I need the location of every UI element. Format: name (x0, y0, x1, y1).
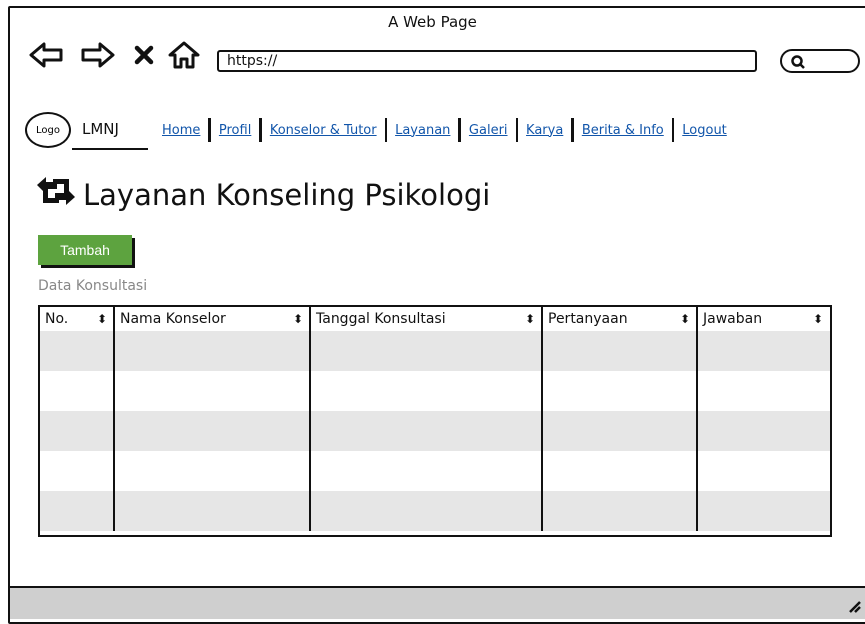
table-cell (698, 411, 829, 451)
add-button[interactable]: Tambah (38, 235, 132, 265)
table-cell (115, 371, 311, 411)
column-header-label: Nama Konselor (120, 311, 226, 327)
nav-berita-info[interactable]: Berita & Info (582, 123, 664, 138)
table-cell (698, 451, 829, 491)
table-cell (311, 371, 543, 411)
search-icon[interactable] (790, 54, 806, 74)
table-cell (115, 331, 311, 371)
nav-home[interactable]: Home (162, 123, 200, 138)
site-logo[interactable]: Logo (25, 112, 71, 148)
brand-name: LMNJ (82, 120, 119, 138)
brand-underline (72, 148, 148, 150)
table-cell (311, 451, 543, 491)
table-cell (543, 411, 698, 451)
column-header-jawaban[interactable]: Jawaban ⬍ (698, 307, 829, 331)
nav-divider (458, 118, 461, 142)
table-cell (115, 491, 311, 531)
nav-galeri[interactable]: Galeri (469, 123, 508, 138)
arrow-left-icon[interactable] (26, 38, 66, 72)
sort-icon[interactable]: ⬍ (680, 312, 690, 326)
table-cell (543, 491, 698, 531)
nav-divider (515, 118, 519, 142)
table-cell (311, 331, 543, 371)
table-cell (115, 411, 311, 451)
nav-logout[interactable]: Logout (682, 123, 727, 138)
nav-divider (208, 118, 211, 142)
arrow-right-icon[interactable] (78, 38, 118, 72)
nav-divider (571, 118, 574, 142)
table-cell (698, 491, 829, 531)
nav-divider (671, 118, 675, 142)
home-icon[interactable] (164, 38, 204, 72)
browser-search-box[interactable] (780, 49, 860, 73)
url-input[interactable]: https:// (217, 50, 757, 72)
table-cell (698, 371, 829, 411)
window-title: A Web Page (388, 13, 477, 31)
column-header-label: Jawaban (703, 311, 763, 327)
sort-icon[interactable]: ⬍ (813, 312, 823, 326)
close-icon[interactable] (124, 38, 164, 72)
column-header-label: Pertanyaan (548, 311, 628, 327)
nav-karya[interactable]: Karya (526, 123, 563, 138)
nav-layanan[interactable]: Layanan (395, 123, 450, 138)
column-header-label: Tanggal Konsultasi (316, 311, 446, 327)
nav-profil[interactable]: Profil (219, 123, 251, 138)
column-header-pertanyaan[interactable]: Pertanyaan ⬍ (543, 307, 698, 331)
table-cell (311, 491, 543, 531)
column-header-no[interactable]: No. ⬍ (40, 307, 115, 331)
sort-icon[interactable]: ⬍ (525, 312, 535, 326)
page-title-text: Layanan Konseling Psikologi (83, 177, 491, 212)
table-header-row: No. ⬍ Nama Konselor ⬍ Tanggal Konsultasi ⬍ … (40, 307, 830, 331)
main-nav: Home Profil Konselor & Tutor Layanan Gal… (162, 118, 727, 142)
repeat-icon (35, 176, 77, 213)
status-bar (10, 586, 865, 619)
table-cell (40, 331, 115, 371)
column-header-label: No. (45, 311, 69, 327)
table-cell (40, 371, 115, 411)
page-title: Layanan Konseling Psikologi (35, 176, 490, 213)
table-row[interactable] (40, 411, 830, 451)
table-cell (543, 371, 698, 411)
table-cell (40, 411, 115, 451)
column-header-tanggal-konsultasi[interactable]: Tanggal Konsultasi ⬍ (311, 307, 543, 331)
sort-icon[interactable]: ⬍ (293, 312, 303, 326)
table-row[interactable] (40, 491, 830, 531)
sort-icon[interactable]: ⬍ (97, 312, 107, 326)
table-cell (115, 451, 311, 491)
table-cell (698, 331, 829, 371)
table-row[interactable] (40, 371, 830, 411)
table-row[interactable] (40, 331, 830, 371)
table-row[interactable] (40, 451, 830, 491)
table-cell (40, 451, 115, 491)
resize-grip-icon[interactable] (847, 598, 861, 617)
consultation-table: No. ⬍ Nama Konselor ⬍ Tanggal Konsultasi ⬍ … (38, 305, 832, 537)
table-cell (543, 331, 698, 371)
nav-konselor-tutor[interactable]: Konselor & Tutor (270, 123, 377, 138)
table-caption: Data Konsultasi (38, 278, 148, 294)
nav-divider (259, 118, 262, 142)
table-cell (543, 451, 698, 491)
nav-divider (384, 118, 388, 142)
table-cell (311, 411, 543, 451)
table-cell (40, 491, 115, 531)
column-header-nama-konselor[interactable]: Nama Konselor ⬍ (115, 307, 311, 331)
